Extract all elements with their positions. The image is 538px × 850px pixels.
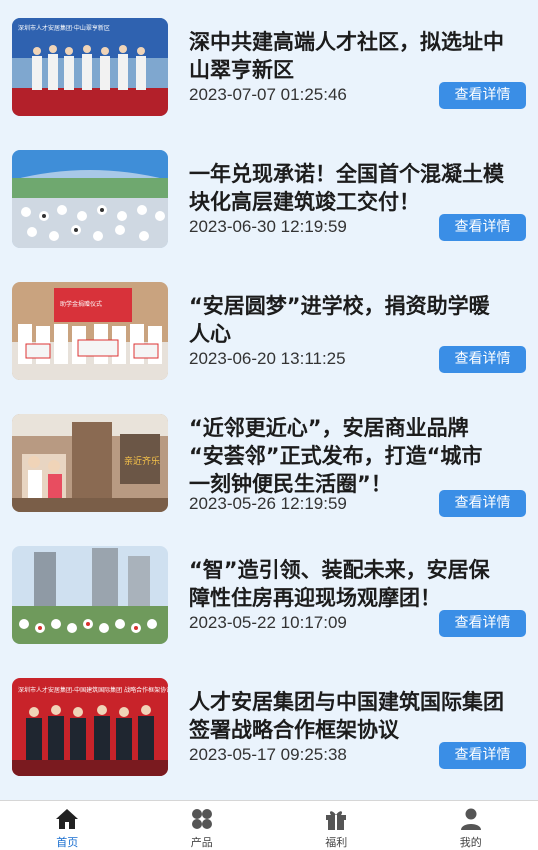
news-title-line: 山翠亨新区 <box>189 58 294 82</box>
news-thumbnail[interactable] <box>12 150 168 248</box>
news-title[interactable]: “安居圆梦”进学校，捐资助学暖 人心 <box>189 292 526 348</box>
banner-text: 助学金捐赠仪式 <box>60 300 102 308</box>
news-title[interactable]: 一年兑现承诺！全国首个混凝土模 块化高层建筑竣工交付！ <box>189 160 526 216</box>
user-icon <box>460 808 481 830</box>
news-title-line: “安荟邻”正式发布，打造“城市 <box>189 444 483 468</box>
news-thumbnail[interactable] <box>12 546 168 644</box>
news-date: 2023-07-07 01:25:46 <box>189 85 347 104</box>
news-date: 2023-06-20 13:11:25 <box>189 349 346 368</box>
news-title-line: 人才安居集团与中国建筑国际集团 <box>189 690 504 714</box>
news-thumbnail[interactable]: 深圳市人才安居集团-中国建筑国际集团 战略合作框架协议签署仪式 <box>12 678 168 776</box>
signing-ceremony-photo: 深圳市人才安居集团·中山翠亨新区 <box>12 18 168 116</box>
news-title-line: “智”造引领、装配未来，安居保 <box>189 558 490 582</box>
news-thumbnail[interactable]: 助学金捐赠仪式 <box>12 282 168 380</box>
tab-welfare[interactable]: 福利 <box>269 801 404 850</box>
construction-site-photo <box>12 546 168 644</box>
news-title-line: 块化高层建筑竣工交付！ <box>189 190 420 214</box>
news-title-line: 障性住房再迎现场观摩团！ <box>189 586 441 610</box>
news-item[interactable]: 深圳市人才安居集团·中山翠亨新区 深中共建高端人才社区，拟选址中 山翠亨新区 2 <box>12 18 526 116</box>
tab-label: 首页 <box>56 836 79 849</box>
school-donation-photo: 助学金捐赠仪式 <box>12 282 168 380</box>
news-item[interactable]: “智”造引领、装配未来，安居保 障性住房再迎现场观摩团！ 2023-05-22 … <box>12 546 526 644</box>
tab-label: 我的 <box>459 836 482 849</box>
news-item[interactable]: 一年兑现承诺！全国首个混凝土模 块化高层建筑竣工交付！ 2023-06-30 1… <box>12 150 526 248</box>
news-date: 2023-05-17 09:25:38 <box>189 745 347 764</box>
view-details-button[interactable]: 查看详情 <box>439 82 526 109</box>
news-title-line: 深中共建高端人才社区，拟选址中 <box>189 30 504 54</box>
banner-text: 深圳市人才安居集团-中国建筑国际集团 战略合作框架协议签署仪式 <box>18 686 168 694</box>
tab-home[interactable]: 首页 <box>0 801 135 850</box>
community-store-photo: 亲近齐乐 <box>12 414 168 512</box>
banner-text: 深圳市人才安居集团·中山翠亨新区 <box>18 24 110 32</box>
bottom-tab-bar: 首页 产品 福利 我的 <box>0 800 538 850</box>
news-thumbnail[interactable]: 亲近齐乐 <box>12 414 168 512</box>
news-title[interactable]: 人才安居集团与中国建筑国际集团 签署战略合作框架协议 <box>189 688 526 744</box>
news-title-line: “近邻更近心”，安居商业品牌 <box>189 416 469 440</box>
tab-label: 福利 <box>325 836 348 849</box>
news-title-line: 一年兑现承诺！全国首个混凝土模 <box>189 162 504 186</box>
news-title[interactable]: 深中共建高端人才社区，拟选址中 山翠亨新区 <box>189 28 526 84</box>
news-item[interactable]: 深圳市人才安居集团-中国建筑国际集团 战略合作框架协议签署仪式 人才安居集团与中… <box>12 678 526 776</box>
view-details-button[interactable]: 查看详情 <box>439 214 526 241</box>
gift-icon <box>326 811 347 830</box>
event-tent-photo <box>12 150 168 248</box>
agreement-signing-photo: 深圳市人才安居集团-中国建筑国际集团 战略合作框架协议签署仪式 <box>12 678 168 776</box>
view-details-button[interactable]: 查看详情 <box>439 490 526 517</box>
news-title-line: 人心 <box>189 322 231 346</box>
news-title-line: 签署战略合作框架协议 <box>189 718 399 742</box>
store-sign-text: 亲近齐乐 <box>124 455 160 467</box>
view-details-button[interactable]: 查看详情 <box>439 346 526 373</box>
news-date: 2023-05-22 10:17:09 <box>189 613 347 632</box>
news-title[interactable]: “近邻更近心”，安居商业品牌 “安荟邻”正式发布，打造“城市 一刻钟便民生活圈”… <box>189 414 526 498</box>
tab-products[interactable]: 产品 <box>135 801 270 850</box>
grid-icon <box>191 809 212 829</box>
tab-profile[interactable]: 我的 <box>404 801 538 850</box>
news-date: 2023-06-30 12:19:59 <box>189 217 347 236</box>
news-list: 深圳市人才安居集团·中山翠亨新区 深中共建高端人才社区，拟选址中 山翠亨新区 2 <box>0 0 538 800</box>
tab-label: 产品 <box>190 836 213 849</box>
news-item[interactable]: 亲近齐乐 “近邻更近心”，安居商业品牌 “安荟邻”正式发布，打造“城市 一刻钟便… <box>12 414 526 517</box>
news-date: 2023-05-26 12:19:59 <box>189 494 347 513</box>
home-icon <box>56 809 79 829</box>
news-title[interactable]: “智”造引领、装配未来，安居保 障性住房再迎现场观摩团！ <box>189 556 526 612</box>
news-item[interactable]: 助学金捐赠仪式 “安居圆梦”进学校，捐资助学暖 人心 2023-06-20 13… <box>12 282 526 380</box>
view-details-button[interactable]: 查看详情 <box>439 610 526 637</box>
news-title-line: “安居圆梦”进学校，捐资助学暖 <box>189 294 490 318</box>
view-details-button[interactable]: 查看详情 <box>439 742 526 769</box>
news-thumbnail[interactable]: 深圳市人才安居集团·中山翠亨新区 <box>12 18 168 116</box>
